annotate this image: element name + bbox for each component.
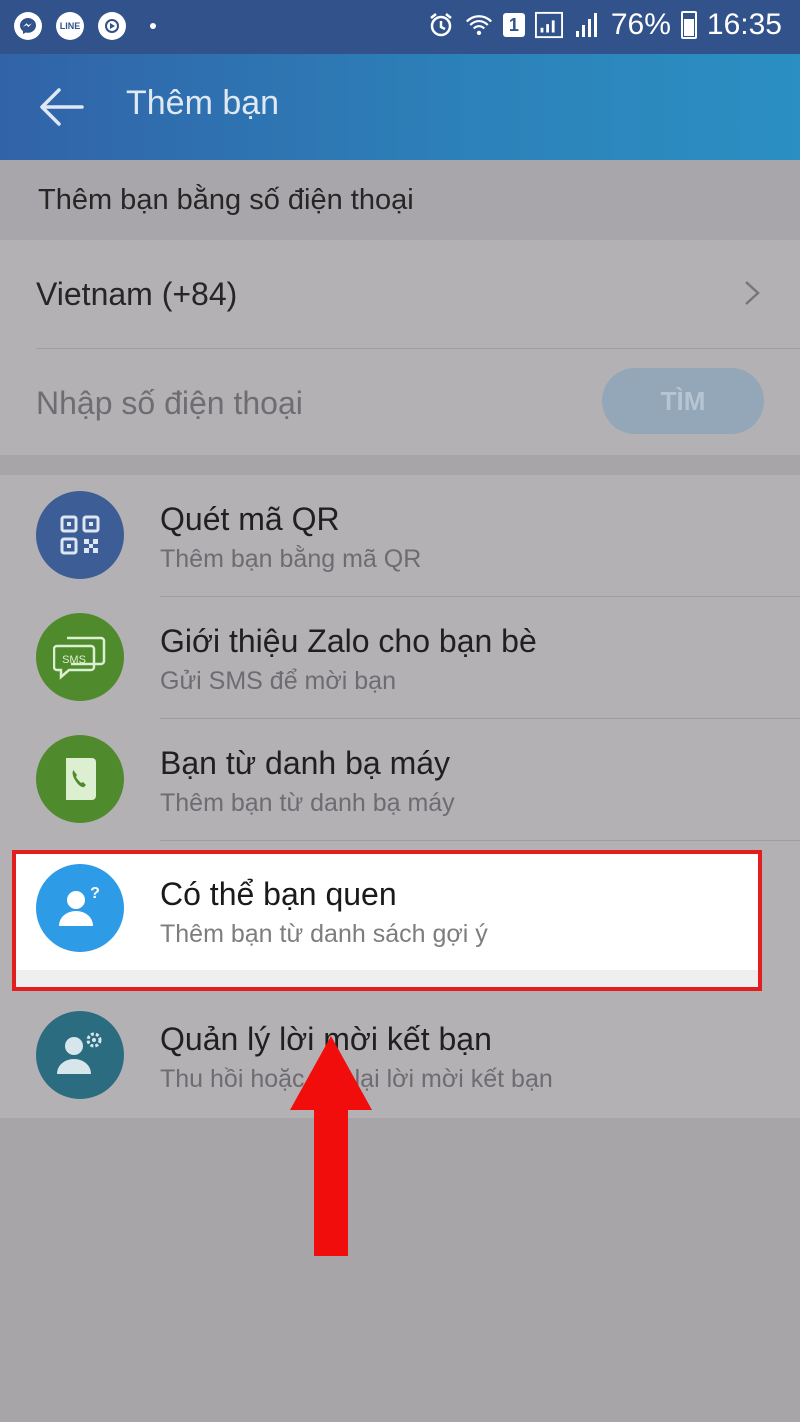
annotation-arrow-up-icon bbox=[290, 1036, 372, 1256]
page-title: Thêm bạn bbox=[126, 84, 280, 122]
messenger-icon bbox=[14, 12, 42, 40]
phone-card: Vietnam (+84) TÌM bbox=[0, 240, 800, 455]
battery-percent: 76% bbox=[610, 8, 671, 41]
divider bbox=[160, 840, 800, 841]
back-button[interactable] bbox=[36, 84, 86, 130]
divider bbox=[36, 348, 800, 349]
country-selector[interactable]: Vietnam (+84) bbox=[0, 240, 800, 348]
list-item-qr[interactable]: Quét mã QR Thêm bạn bằng mã QR bbox=[0, 475, 800, 597]
list-item-contacts[interactable]: Bạn từ danh bạ máy Thêm bạn từ danh bạ m… bbox=[0, 719, 800, 841]
chevron-right-icon bbox=[745, 281, 760, 305]
signal-icon bbox=[534, 11, 563, 39]
item-title: Bạn từ danh bạ máy bbox=[160, 745, 451, 781]
find-button[interactable]: TÌM bbox=[602, 368, 764, 434]
sms-icon: SMS bbox=[36, 613, 124, 701]
battery-icon bbox=[680, 11, 697, 39]
section-header-label: Thêm bạn bằng số điện thoại bbox=[38, 184, 414, 216]
status-bar: LINE 1 76% 16:35 bbox=[0, 0, 800, 54]
notification-dot bbox=[150, 23, 156, 29]
item-subtitle: Gửi SMS để mời bạn bbox=[160, 667, 396, 695]
phonebook-icon bbox=[36, 735, 124, 823]
sim-badge: 1 bbox=[502, 13, 525, 37]
signal-2-icon bbox=[573, 11, 601, 39]
item-subtitle: Thêm bạn bằng mã QR bbox=[160, 545, 422, 573]
clock: 16:35 bbox=[706, 8, 782, 41]
podcast-icon bbox=[98, 12, 126, 40]
friend-request-icon bbox=[36, 1011, 124, 1099]
wifi-icon bbox=[465, 11, 493, 39]
phone-number-input[interactable] bbox=[36, 368, 576, 438]
list-item-invite-sms[interactable]: SMS Giới thiệu Zalo cho bạn bè Gửi SMS đ… bbox=[0, 597, 800, 719]
section-header: Thêm bạn bằng số điện thoại bbox=[0, 160, 800, 240]
back-arrow-icon bbox=[40, 88, 84, 126]
svg-text:SMS: SMS bbox=[62, 654, 86, 666]
alarm-icon bbox=[427, 11, 455, 39]
app-bar: Thêm bạn bbox=[0, 54, 800, 160]
item-subtitle: Thêm bạn từ danh bạ máy bbox=[160, 789, 455, 817]
list-item-friend-requests[interactable]: Quản lý lời mời kết bạn Thu hồi hoặc gửi… bbox=[0, 995, 800, 1117]
options-list: Quét mã QR Thêm bạn bằng mã QR SMS Giới … bbox=[0, 475, 800, 1118]
item-title: Giới thiệu Zalo cho bạn bè bbox=[160, 623, 537, 659]
item-title: Quét mã QR bbox=[160, 501, 340, 537]
line-icon: LINE bbox=[56, 12, 84, 40]
section-gap bbox=[0, 455, 800, 475]
highlight-box bbox=[12, 850, 762, 991]
qr-icon bbox=[36, 491, 124, 579]
country-label: Vietnam (+84) bbox=[36, 276, 238, 312]
